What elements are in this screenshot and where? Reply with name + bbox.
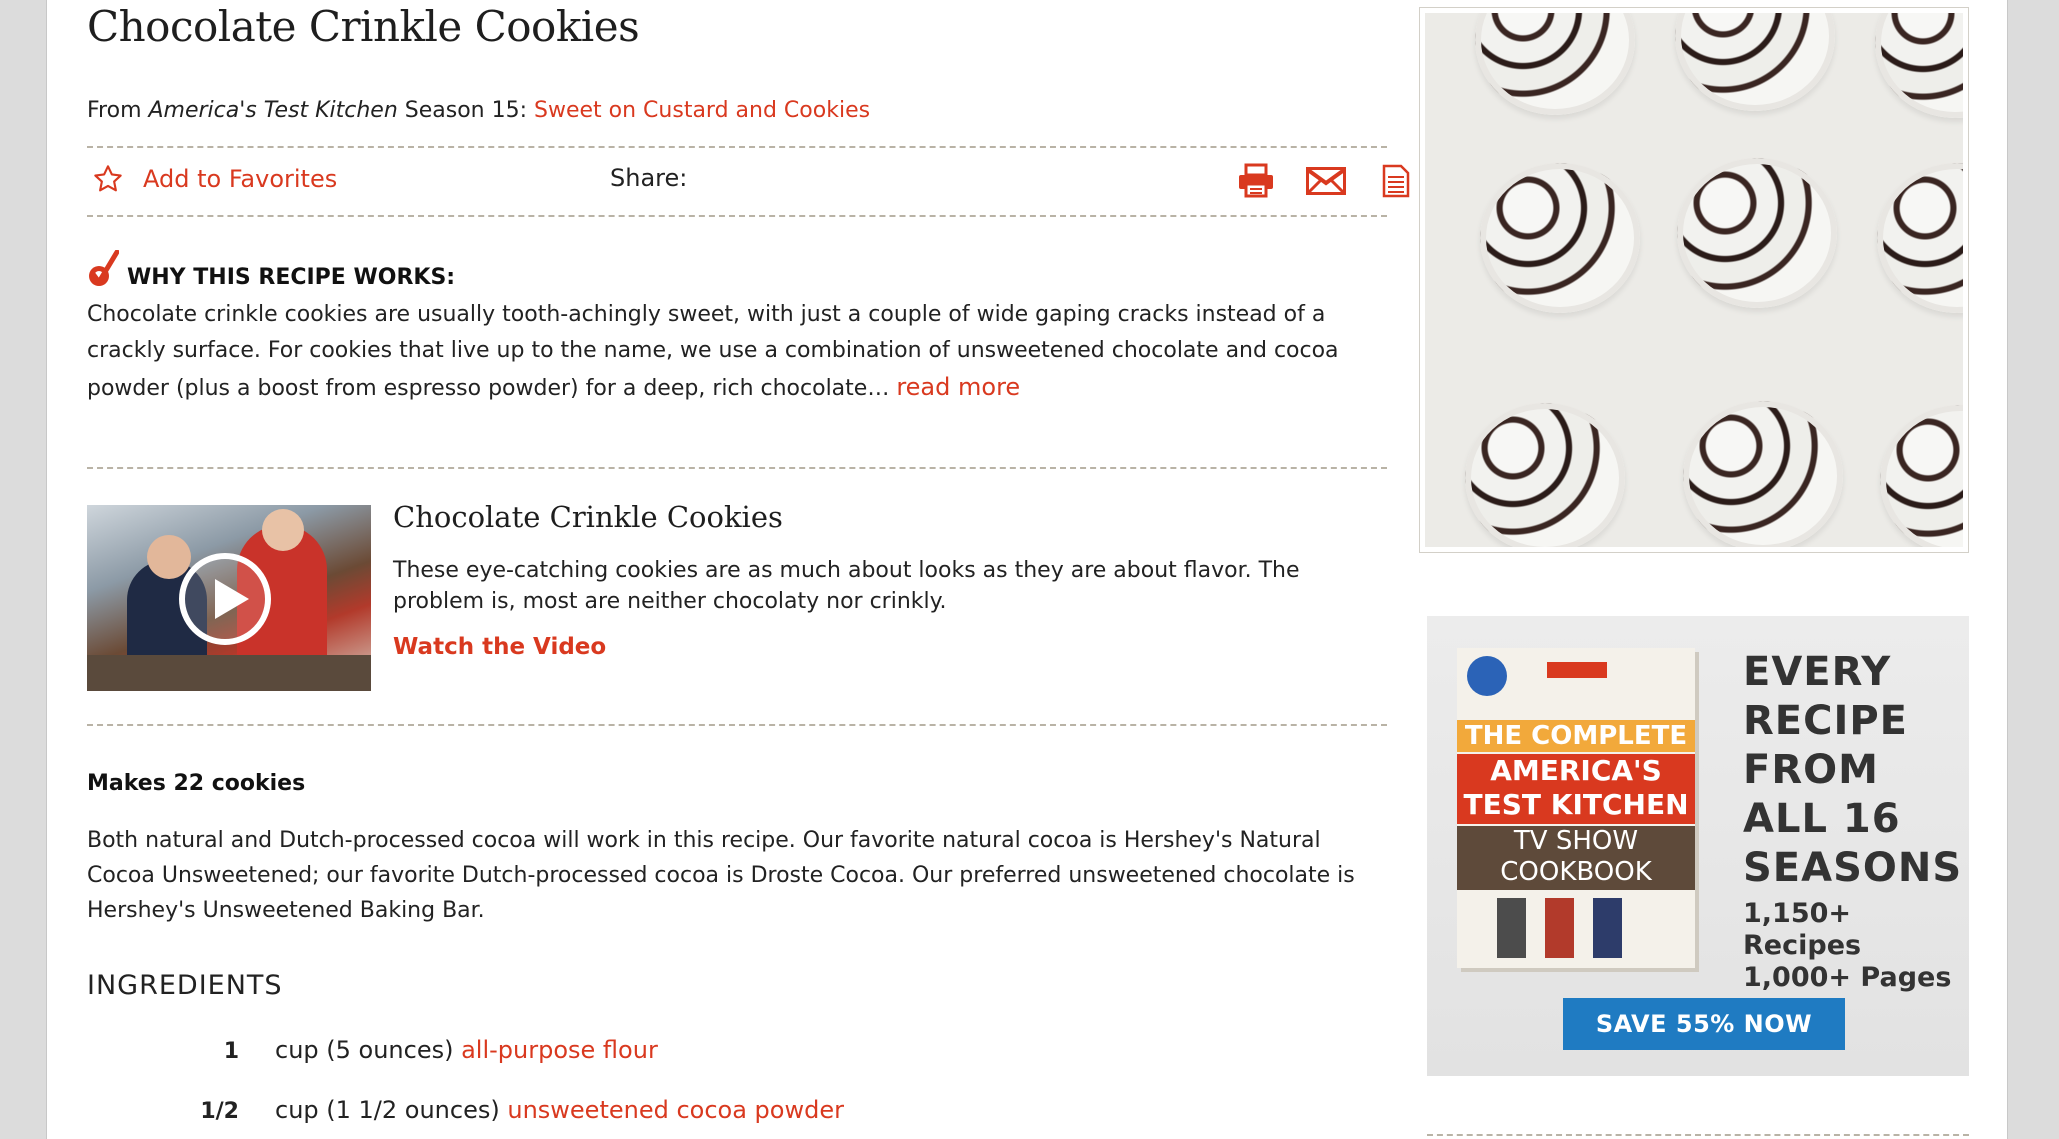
book-title-mid: AMERICA'S TEST KITCHEN <box>1457 754 1695 824</box>
ingredient-row: 1/2 cup (1 1/2 ounces) unsweetened cocoa … <box>87 1096 987 1124</box>
ingredient-link[interactable]: unsweetened cocoa powder <box>507 1096 844 1124</box>
ingredient-measure: cup (1 1/2 ounces) <box>275 1096 508 1124</box>
read-more-link[interactable]: read more <box>896 373 1020 401</box>
ad-headline: EVERY RECIPE FROM ALL 16 SEASONS <box>1743 649 1963 891</box>
cookbook-ad[interactable]: THE COMPLETE AMERICA'S TEST KITCHEN TV S… <box>1427 616 1969 1076</box>
print-icon[interactable] <box>1235 162 1277 200</box>
ingredient-qty: 1 <box>223 1039 239 1064</box>
add-to-favorites-button[interactable]: Add to Favorites <box>91 163 337 195</box>
watch-video-link[interactable]: Watch the Video <box>393 634 606 660</box>
video-title[interactable]: Chocolate Crinkle Cookies <box>393 500 783 534</box>
share-label: Share: <box>610 164 688 192</box>
ingredients-heading: INGREDIENTS <box>87 970 283 1001</box>
email-icon[interactable] <box>1305 162 1347 200</box>
source-prefix: From <box>87 98 149 123</box>
video-description: These eye-catching cookies are as much a… <box>393 558 1300 614</box>
save-now-button[interactable]: SAVE 55% NOW <box>1563 998 1845 1050</box>
recipe-note: Both natural and Dutch-processed cocoa w… <box>87 828 1355 923</box>
why-heading-text: WHY THIS RECIPE WORKS: <box>127 265 456 290</box>
ad-details: 1,150+ Recipes 1,000+ Pages <box>1743 898 1969 994</box>
episode-link[interactable]: Sweet on Custard and Cookies <box>534 98 870 123</box>
divider <box>87 215 1387 217</box>
cookbook-cover: THE COMPLETE AMERICA'S TEST KITCHEN TV S… <box>1457 648 1695 968</box>
ingredient-qty: 1/2 <box>200 1099 239 1124</box>
recipe-photo <box>1419 7 1969 553</box>
why-text: Chocolate crinkle cookies are usually to… <box>87 302 1339 401</box>
divider <box>1427 1134 1969 1136</box>
video-thumbnail[interactable] <box>87 505 371 691</box>
ingredient-row: 1 cup (5 ounces) all-purpose flour <box>87 1036 987 1064</box>
star-icon <box>94 165 122 192</box>
recipe-yield: Makes 22 cookies <box>87 771 306 796</box>
book-title-top: THE COMPLETE <box>1457 720 1695 752</box>
share-icons <box>1235 162 1417 200</box>
divider <box>87 724 1387 726</box>
why-body: Chocolate crinkle cookies are usually to… <box>87 297 1387 407</box>
document-icon[interactable] <box>1375 162 1417 200</box>
source-season: Season 15: <box>397 98 535 123</box>
recipe-source: From America's Test Kitchen Season 15: S… <box>87 98 870 123</box>
divider <box>87 467 1387 469</box>
source-show: America's Test Kitchen <box>148 98 398 123</box>
ingredient-link[interactable]: all-purpose flour <box>461 1036 658 1064</box>
page-title: Chocolate Crinkle Cookies <box>87 2 640 51</box>
divider <box>87 146 1387 148</box>
ingredient-measure: cup (5 ounces) <box>275 1036 462 1064</box>
page-container: Chocolate Crinkle Cookies From America's… <box>46 0 2008 1139</box>
ad-recipes-count: 1,150+ Recipes <box>1743 898 1862 961</box>
ad-pages-count: 1,000+ Pages <box>1743 962 1952 993</box>
checkmark-icon <box>89 250 119 286</box>
book-title-bottom: TV SHOW COOKBOOK <box>1457 826 1695 890</box>
why-heading: WHY THIS RECIPE WORKS: <box>87 250 455 290</box>
favorites-label: Add to Favorites <box>143 165 338 193</box>
play-icon[interactable] <box>179 553 271 645</box>
